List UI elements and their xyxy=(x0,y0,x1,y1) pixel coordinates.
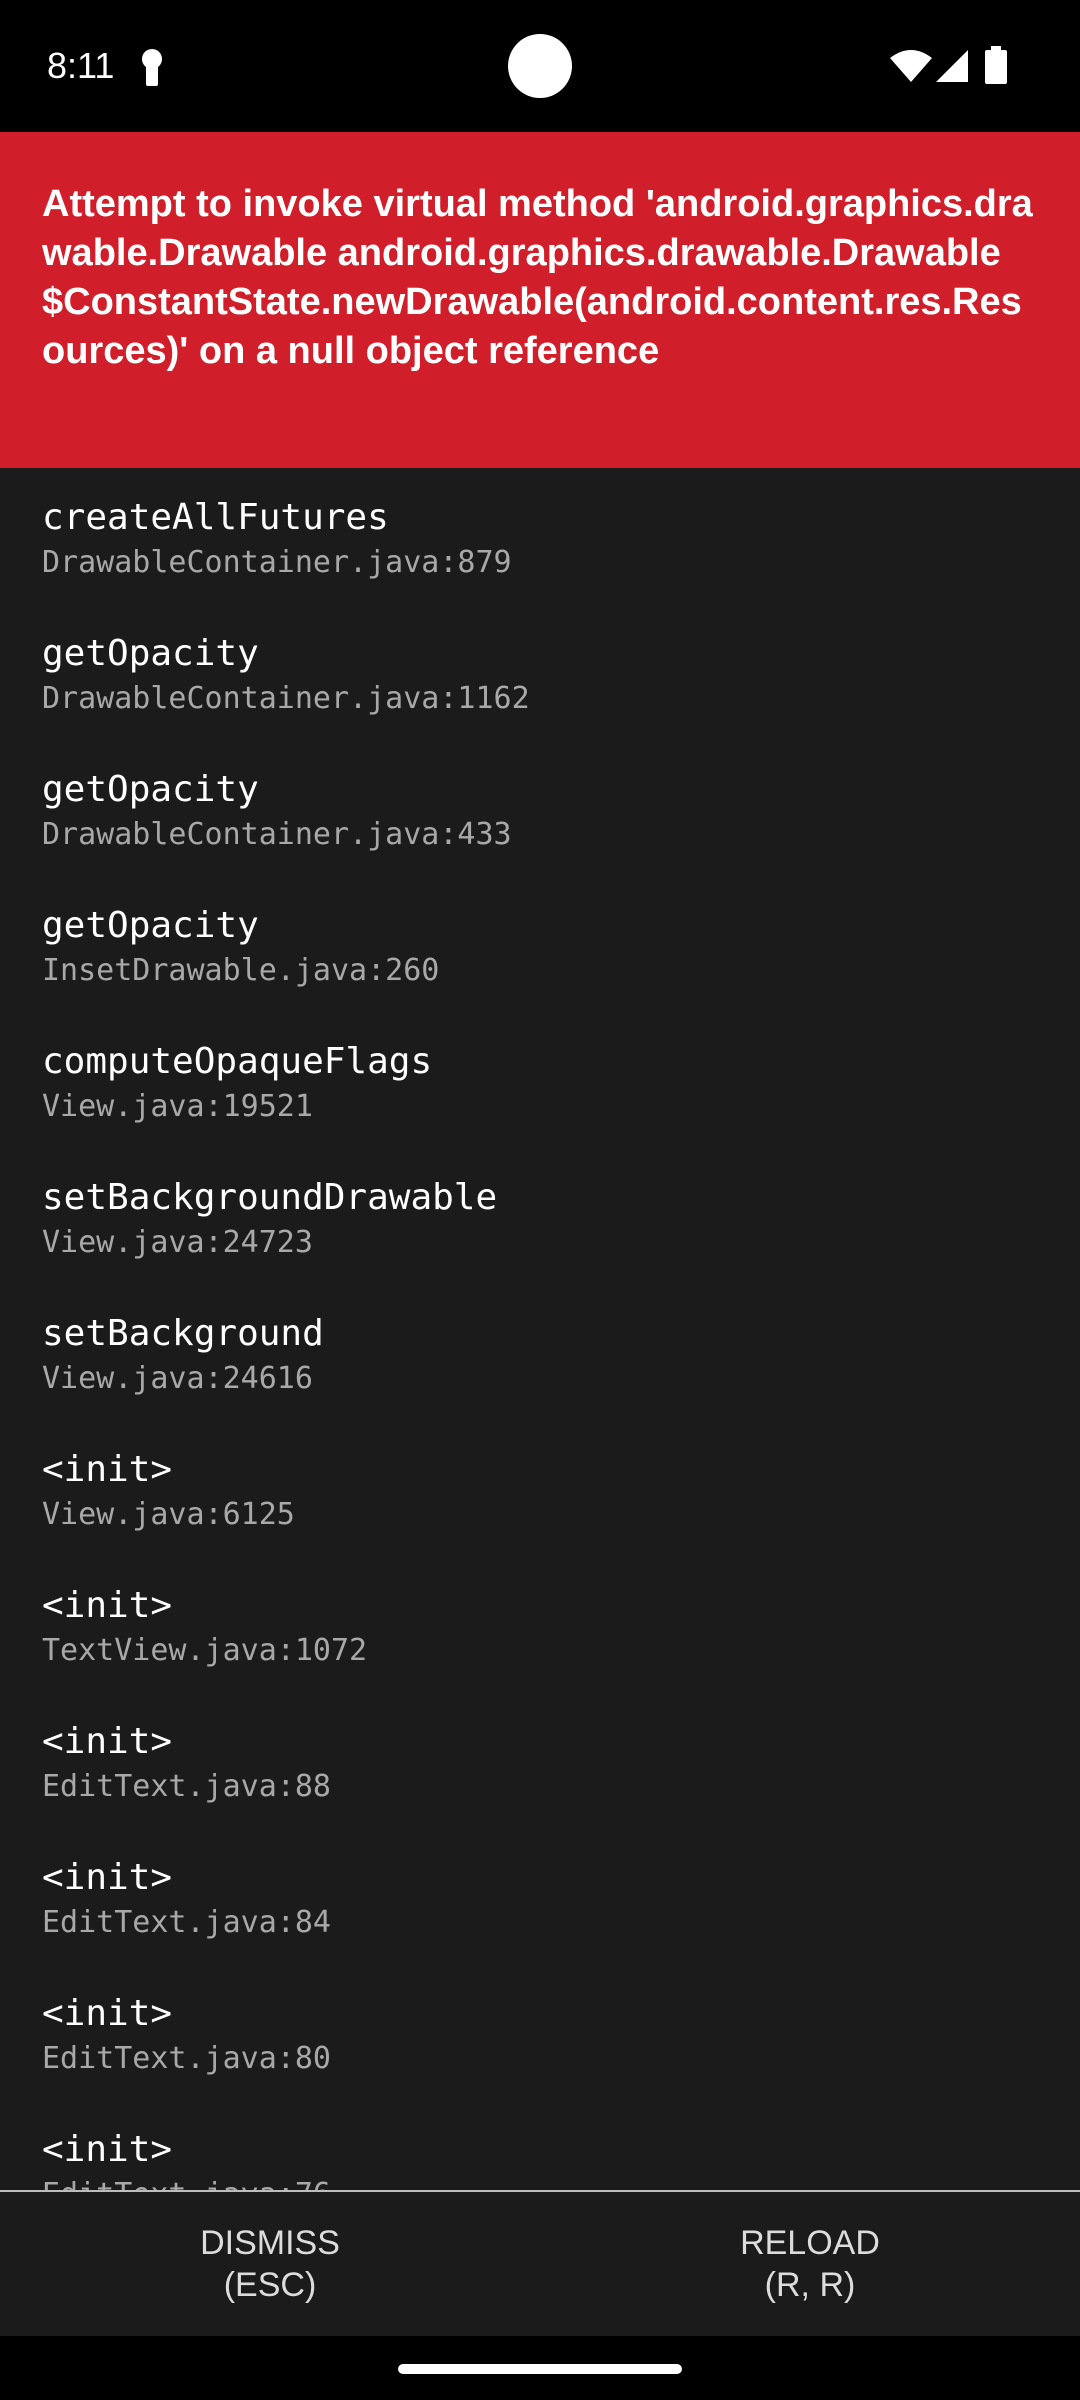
frame-method: setBackgroundDrawable xyxy=(42,1177,498,1218)
gesture-handle[interactable] xyxy=(398,2364,682,2374)
wifi-icon xyxy=(890,50,932,82)
error-header: Attempt to invoke virtual method 'androi… xyxy=(0,132,1080,468)
stack-frame[interactable]: <init> EditText.java:76 xyxy=(42,2100,1042,2190)
stack-trace-list[interactable]: createAllFutures DrawableContainer.java:… xyxy=(0,468,1080,2190)
stack-frame[interactable]: <init> EditText.java:88 xyxy=(42,1692,1042,1828)
stack-frame[interactable]: setBackground View.java:24616 xyxy=(42,1284,1042,1420)
frame-file: View.java:24723 xyxy=(42,1225,313,1260)
frame-method: createAllFutures xyxy=(42,497,389,538)
frame-file: DrawableContainer.java:1162 xyxy=(42,681,530,716)
status-time: 8:11 xyxy=(47,45,115,86)
error-message: Attempt to invoke virtual method 'androi… xyxy=(42,183,1033,372)
frame-file: DrawableContainer.java:879 xyxy=(42,545,512,580)
frame-method: <init> xyxy=(42,1857,173,1898)
frame-method: <init> xyxy=(42,1721,173,1762)
reload-button[interactable]: RELOAD (R, R) xyxy=(540,2192,1080,2336)
frame-file: EditText.java:84 xyxy=(42,1905,331,1940)
frame-method: <init> xyxy=(42,2129,173,2170)
stack-frame[interactable]: setBackgroundDrawable View.java:24723 xyxy=(42,1148,1042,1284)
stack-frame[interactable]: <init> View.java:6125 xyxy=(42,1420,1042,1556)
dismiss-button[interactable]: DISMISS (ESC) xyxy=(0,2192,540,2336)
frame-file: EditText.java:76 xyxy=(42,2176,331,2190)
stack-frame[interactable]: getOpacity DrawableContainer.java:1162 xyxy=(42,604,1042,740)
stack-frame[interactable]: <init> EditText.java:80 xyxy=(42,1964,1042,2100)
stack-frame[interactable]: computeOpaqueFlags View.java:19521 xyxy=(42,1012,1042,1148)
frame-method: <init> xyxy=(42,1585,173,1626)
frame-method: getOpacity xyxy=(42,905,259,946)
signal-icon xyxy=(936,50,968,82)
camera-cutout xyxy=(508,34,572,98)
frame-file: EditText.java:88 xyxy=(42,1769,331,1804)
stack-frame[interactable]: createAllFutures DrawableContainer.java:… xyxy=(42,468,1042,604)
frame-method: <init> xyxy=(42,1993,173,2034)
frame-method: getOpacity xyxy=(42,769,259,810)
stack-frame[interactable]: getOpacity InsetDrawable.java:260 xyxy=(42,876,1042,1012)
frame-method: computeOpaqueFlags xyxy=(42,1041,433,1082)
status-bar: 8:11 xyxy=(0,0,1080,132)
frame-method: getOpacity xyxy=(42,633,259,674)
frame-file: TextView.java:1072 xyxy=(42,1633,368,1668)
frame-file: DrawableContainer.java:433 xyxy=(42,817,512,852)
dismiss-label: DISMISS xyxy=(200,2224,340,2262)
frame-method: <init> xyxy=(42,1449,173,1490)
reload-label: RELOAD xyxy=(740,2224,880,2262)
stack-frame[interactable]: getOpacity DrawableContainer.java:433 xyxy=(42,740,1042,876)
stack-frame[interactable]: <init> TextView.java:1072 xyxy=(42,1556,1042,1692)
frame-file: InsetDrawable.java:260 xyxy=(42,953,440,988)
reload-shortcut: (R, R) xyxy=(764,2266,856,2304)
frame-file: EditText.java:80 xyxy=(42,2041,331,2076)
dismiss-shortcut: (ESC) xyxy=(223,2266,317,2304)
key-icon xyxy=(142,49,162,86)
stack-frame[interactable]: <init> EditText.java:84 xyxy=(42,1828,1042,1964)
navigation-bar xyxy=(0,2336,1080,2400)
frame-method: setBackground xyxy=(42,1313,324,1354)
action-bar: DISMISS (ESC) RELOAD (R, R) xyxy=(0,2190,1080,2336)
battery-icon xyxy=(985,46,1007,84)
frame-file: View.java:6125 xyxy=(42,1497,295,1532)
frame-file: View.java:19521 xyxy=(42,1089,313,1124)
screen: 8:11 Attempt to invoke virtual method 'a… xyxy=(0,0,1080,2400)
frame-file: View.java:24616 xyxy=(42,1361,313,1396)
